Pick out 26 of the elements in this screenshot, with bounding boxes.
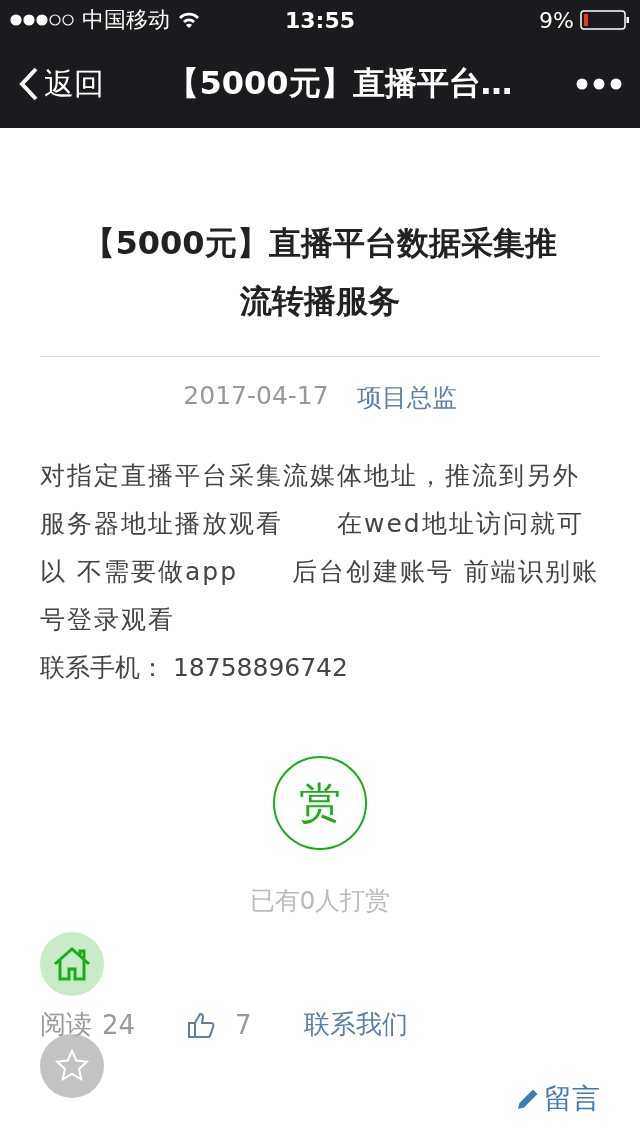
read-count: 24: [102, 1009, 136, 1040]
reward-button[interactable]: 赏: [273, 756, 367, 850]
read-label: 阅读: [40, 1008, 92, 1041]
pencil-icon: [516, 1087, 540, 1111]
page-title: 【5000元】直播平台…: [166, 63, 514, 104]
star-icon: [54, 1048, 90, 1084]
signal-icon: [10, 12, 74, 28]
like-count: 7: [235, 1009, 252, 1040]
article-title: 【5000元】直播平台数据采集推流转播服务: [40, 128, 600, 357]
contact-link[interactable]: 联系我们: [303, 1007, 408, 1042]
comment-link[interactable]: 留言: [516, 1080, 600, 1118]
carrier-name: 中国移动: [82, 6, 170, 34]
clock-time: 13:55: [285, 7, 355, 33]
article-paragraph: 对指定直播平台采集流媒体地址，推流到另外服务器地址播放观看 在wed地址访问就可以 不需要做app 后台创建账号 前端识别账号登录观看: [40, 460, 600, 636]
home-icon: [52, 946, 92, 982]
reward-count: 已有0人打赏: [249, 885, 391, 917]
battery-percent: 9%: [539, 7, 574, 33]
battery-icon: [580, 10, 630, 30]
back-button[interactable]: 返回: [18, 63, 104, 105]
back-chevron-icon: [18, 66, 40, 102]
contact-phone: 联系手机： 18758896742: [40, 652, 349, 684]
author-link[interactable]: 项目总监: [356, 381, 457, 414]
publish-date: 2017-04-17: [183, 381, 329, 412]
wifi-icon: [178, 11, 200, 29]
thumbs-up-icon[interactable]: [187, 1010, 216, 1039]
more-icon[interactable]: [576, 78, 622, 90]
